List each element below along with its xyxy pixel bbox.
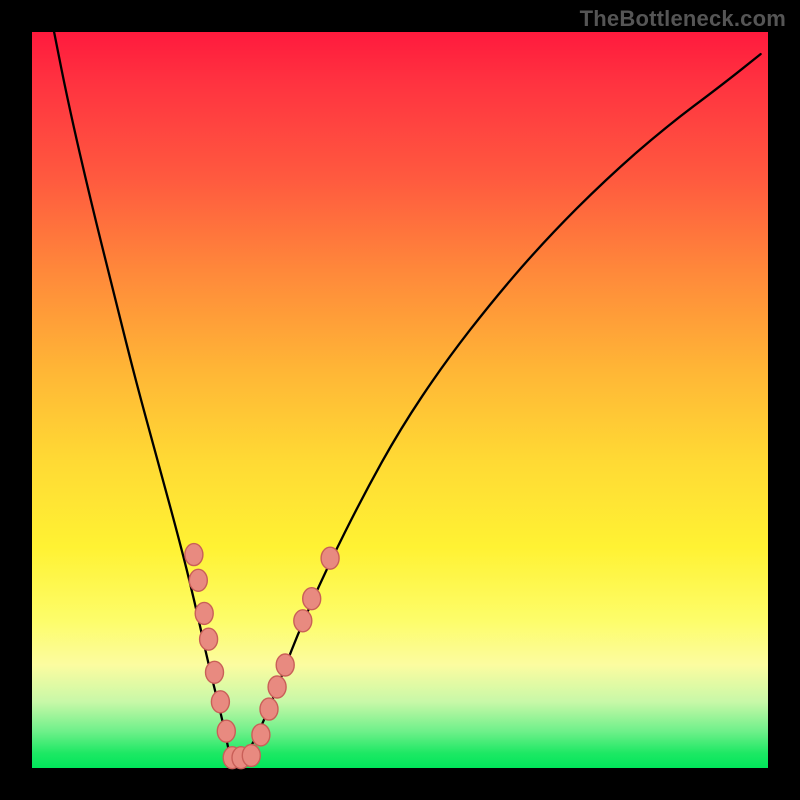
curve-marker: [211, 691, 229, 713]
chart-frame: TheBottleneck.com: [0, 0, 800, 800]
curve-marker: [195, 602, 213, 624]
plot-area: [32, 32, 768, 768]
curve-marker: [252, 724, 270, 746]
curve-marker: [268, 676, 286, 698]
curve-marker: [189, 569, 207, 591]
curve-marker: [200, 628, 218, 650]
curve-marker: [217, 720, 235, 742]
curve-marker: [303, 588, 321, 610]
curve-marker: [276, 654, 294, 676]
curve-marker: [242, 745, 260, 767]
curve-marker: [185, 544, 203, 566]
curve-marker: [294, 610, 312, 632]
marker-cluster: [185, 544, 339, 769]
chart-svg: [32, 32, 768, 768]
curve-marker: [206, 661, 224, 683]
curve-marker: [260, 698, 278, 720]
watermark-label: TheBottleneck.com: [580, 6, 786, 32]
bottleneck-curve: [54, 32, 761, 761]
curve-marker: [321, 547, 339, 569]
